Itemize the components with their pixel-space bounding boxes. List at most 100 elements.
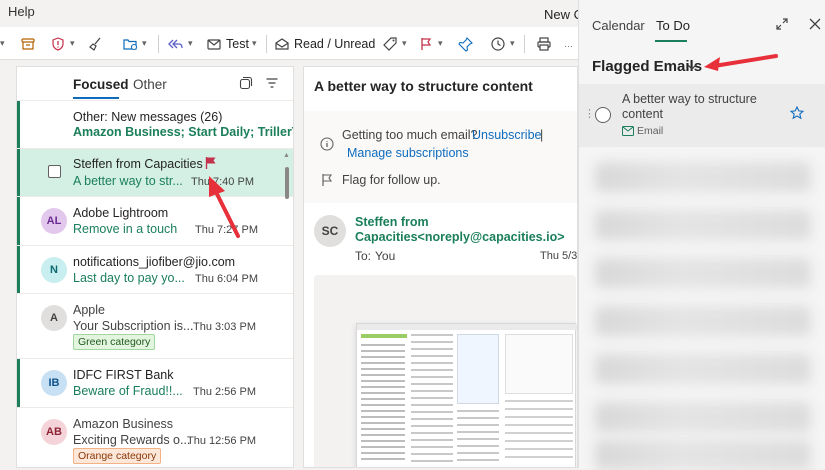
ribbon-toolbar: ▾ ▾ ▾ ▾ Test ▾ Read / Unread ▾ ▾ ▾ … [0, 27, 578, 60]
message-subject: Your Subscription is... [73, 319, 194, 333]
ribbon-overflow-chevron[interactable]: ▾ [0, 27, 5, 60]
message-checkbox[interactable] [48, 165, 61, 178]
embedded-screenshot-image [356, 323, 577, 467]
reading-pane: A better way to structure content Gettin… [303, 66, 578, 468]
pop-out-button[interactable] [775, 17, 789, 31]
message-sender: notifications_jiofiber@jio.com [73, 255, 236, 269]
filter-button[interactable] [265, 76, 279, 90]
other-banner-title: Other: New messages (26) [73, 110, 223, 124]
flag-outline-icon [320, 173, 334, 187]
from-name[interactable]: Steffen from [355, 215, 429, 229]
tab-todo[interactable]: To Do [656, 18, 690, 33]
pin-icon [458, 36, 473, 52]
email-body [314, 275, 577, 467]
avatar: N [41, 257, 67, 283]
scrollbar-thumb[interactable] [285, 167, 289, 199]
other-inbox-banner[interactable]: Other: New messages (26) Amazon Business… [17, 101, 293, 149]
from-address[interactable]: Capacities<noreply@capacities.io> [355, 230, 565, 244]
read-unread-button[interactable]: Read / Unread [274, 27, 375, 60]
chevron-down-icon[interactable] [686, 62, 698, 72]
snooze-button[interactable]: ▾ [490, 27, 515, 60]
message-row[interactable]: N notifications_jiofiber@jio.com Last da… [17, 246, 293, 294]
avatar: A [41, 305, 67, 331]
blurred-task [595, 162, 811, 192]
to-label: To: [355, 249, 372, 263]
shield-alert-icon [52, 36, 64, 51]
reading-subject: A better way to structure content [314, 78, 533, 94]
ribbon-divider [524, 35, 525, 53]
active-tab-indicator [73, 97, 119, 99]
multi-select-icon [239, 76, 253, 90]
message-subject: A better way to str... [73, 174, 183, 188]
message-row[interactable]: AL Adobe Lightroom Remove in a touch Thu… [17, 197, 293, 246]
tab-other[interactable]: Other [133, 77, 167, 92]
print-button[interactable] [536, 27, 552, 60]
reply-all-button[interactable]: ▾ [166, 27, 193, 60]
envelope-icon [622, 126, 634, 136]
message-row[interactable]: Steffen from Capacities A better way to … [17, 149, 293, 197]
ribbon-divider [266, 35, 267, 53]
task-complete-checkbox[interactable] [595, 107, 611, 123]
manage-subscriptions-link[interactable]: Manage subscriptions [347, 146, 469, 160]
folder-move-icon [123, 38, 138, 50]
unread-indicator [17, 149, 20, 196]
info-notice: Getting too much email? [342, 128, 478, 142]
flag-filled-icon [205, 157, 216, 169]
quick-step-dropdown[interactable]: ▾ [252, 27, 257, 60]
message-flag[interactable] [204, 156, 218, 170]
flag-followup-text: Flag for follow up. [342, 173, 441, 187]
quick-step-test-button[interactable]: Test [206, 27, 249, 60]
category-badge[interactable]: Orange category [73, 448, 162, 464]
ribbon-divider [158, 35, 159, 53]
message-subject: Remove in a touch [73, 222, 178, 236]
move-to-button[interactable]: ▾ [122, 27, 147, 60]
blurred-task [595, 210, 811, 240]
message-row[interactable]: IB IDFC FIRST Bank Beware of Fraud!!... … [17, 359, 293, 408]
scroll-up-icon[interactable]: ▲ [283, 152, 290, 159]
message-sender: IDFC FIRST Bank [73, 368, 174, 382]
select-mode-button[interactable] [239, 76, 253, 90]
task-item[interactable]: ⋮⋮ A better way to structure content Ema… [579, 84, 825, 147]
annotation-arrow-icon [704, 54, 778, 71]
list-scrollbar[interactable] [285, 155, 289, 465]
link-separator: | [540, 128, 544, 142]
title-bar: Help New O [0, 0, 584, 24]
info-bar: Getting too much email? Unsubscribe | Ma… [304, 111, 577, 203]
close-pane-button[interactable] [808, 17, 822, 31]
unread-indicator [17, 359, 20, 407]
reply-all-icon [168, 39, 183, 48]
message-sender: Adobe Lightroom [73, 206, 169, 220]
category-badge[interactable]: Green category [73, 334, 156, 350]
tab-focused[interactable]: Focused [73, 77, 129, 92]
tab-calendar[interactable]: Calendar [592, 18, 645, 33]
close-icon [809, 18, 821, 30]
quick-step-test-label: Test [226, 36, 249, 51]
pin-button[interactable] [458, 27, 474, 60]
printer-icon [537, 36, 551, 51]
report-button[interactable]: ▾ [50, 27, 75, 60]
message-row[interactable]: AB Amazon Business Exciting Rewards o...… [17, 408, 293, 467]
blurred-task [595, 440, 811, 470]
message-date: Thu 5/30 [540, 250, 578, 262]
message-time: Thu 3:03 PM [193, 321, 256, 333]
filter-icon [266, 78, 278, 88]
flag-button[interactable]: ▾ [418, 27, 443, 60]
expand-icon [776, 18, 788, 30]
unsubscribe-link[interactable]: Unsubscribe [472, 128, 541, 142]
message-sender: Steffen from Capacities [73, 157, 203, 171]
categorize-button[interactable]: ▾ [382, 27, 407, 60]
unread-indicator [17, 246, 20, 293]
sweep-button[interactable] [88, 27, 104, 60]
archive-button[interactable] [20, 27, 36, 60]
ribbon-more-button[interactable]: … [564, 27, 573, 60]
star-icon[interactable] [790, 106, 804, 120]
mail-icon [207, 38, 221, 50]
envelope-open-icon [275, 37, 289, 50]
message-time: Thu 2:56 PM [193, 386, 256, 398]
annotation-arrow-icon [209, 176, 240, 238]
message-sender: Apple [73, 303, 105, 317]
sender-avatar: SC [314, 215, 346, 247]
menu-help[interactable]: Help [8, 4, 35, 19]
tag-icon [383, 36, 397, 51]
message-row[interactable]: A Apple Your Subscription is... Thu 3:03… [17, 294, 293, 359]
